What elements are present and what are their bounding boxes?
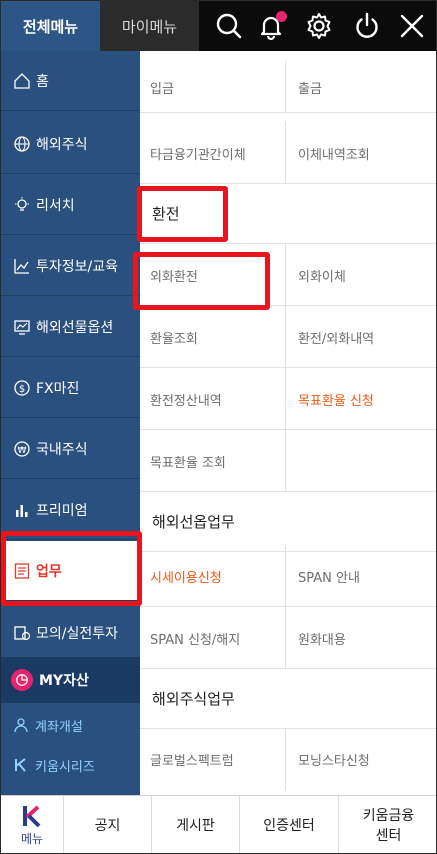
bulb-icon: [13, 196, 31, 214]
pie-chart-icon: [11, 669, 33, 691]
sidebar-item-label: 해외선물옵션: [36, 319, 114, 336]
sidebar-item-overseas-futures[interactable]: 해외선물옵션: [1, 297, 140, 357]
svg-text:$: $: [19, 384, 25, 395]
sidebar-sub-label: 계좌개설: [35, 719, 83, 735]
menu-item-morningstar[interactable]: 모닝스타신청: [286, 728, 436, 790]
sidebar-item-kiwoom-series[interactable]: 키움시리즈: [1, 747, 140, 783]
sidebar-item-home[interactable]: 홈: [1, 51, 140, 111]
menu-item-span-apply[interactable]: SPAN 신청/해지: [140, 607, 286, 669]
menu-item-global-spectrum[interactable]: 글로벌스펙트럼: [140, 728, 286, 790]
menu-button[interactable]: 메뉴: [1, 796, 63, 853]
menu-row: 입금 출금: [140, 61, 436, 113]
bottom-board[interactable]: 게시판: [151, 796, 239, 853]
tab-all-menu[interactable]: 전체메뉴: [1, 1, 100, 51]
sidebar-item-label: 투자정보/교육: [36, 258, 118, 275]
power-icon[interactable]: [347, 6, 387, 46]
k-icon: [13, 757, 29, 773]
menu-row: 환전정산내역 목표환율 신청: [140, 368, 436, 430]
sidebar-item-open-account[interactable]: 계좌개설: [1, 707, 140, 743]
search-icon[interactable]: [209, 6, 249, 46]
sidebar-item-label: 홈: [36, 73, 49, 90]
menu-item-interbank-transfer[interactable]: 타금융기관간이체: [140, 122, 286, 184]
menu-item-rate-inquiry[interactable]: 환율조회: [140, 306, 286, 368]
gear-icon[interactable]: [299, 6, 339, 46]
menu-item-transfer-history[interactable]: 이체내역조회: [286, 122, 436, 184]
bottom-finance-center[interactable]: 키움금융 센터: [338, 796, 436, 853]
sidebar-item-label: FX마진: [36, 380, 80, 397]
menu-item-target-rate-inquiry[interactable]: 목표환율 조회: [140, 430, 286, 492]
menu-item-exchange-settlement[interactable]: 환전정산내역: [140, 368, 286, 430]
sidebar-item-invest-info[interactable]: 투자정보/교육: [1, 236, 140, 296]
globe-icon: [13, 135, 31, 153]
person-icon: [13, 717, 29, 733]
menu-item-target-rate-apply[interactable]: 목표환율 신청: [286, 368, 436, 430]
sidebar-item-label: 모의/실전투자: [36, 625, 118, 642]
monitor-chart-icon: [13, 318, 31, 336]
kiwoom-logo-icon: [23, 805, 41, 828]
menu-row: 시세이용신청 SPAN 안내: [140, 545, 436, 607]
sidebar-sub-label: 키움시리즈: [35, 759, 95, 775]
menu-row: 글로벌스펙트럼 모닝스타신청: [140, 728, 436, 790]
section-overseas-futures: 해외선옵업무: [140, 492, 436, 552]
menu-content: 입금 출금 타금융기관간이체 이체내역조회 환전 외화환전 외화이체 환율조회 …: [140, 51, 436, 795]
highlight-box-exchange: [137, 186, 228, 242]
sidebar-item-label: 국내주식: [36, 441, 88, 458]
sidebar-item-mock-invest[interactable]: 모의/실전투자: [1, 603, 140, 663]
sidebar-item-domestic-stocks[interactable]: ₩ 국내주식: [1, 419, 140, 479]
menu-item-span-guide[interactable]: SPAN 안내: [286, 545, 436, 607]
my-assets-label: MY자산: [39, 673, 89, 689]
menu-item-exchange-history[interactable]: 환전/외화내역: [286, 306, 436, 368]
bottom-notice[interactable]: 공지: [63, 796, 151, 853]
won-icon: ₩: [13, 440, 31, 458]
home-icon: [13, 72, 31, 90]
sidebar-item-label: 해외주식: [36, 136, 88, 153]
section-overseas-stocks: 해외주식업무: [140, 669, 436, 729]
chart-line-icon: [13, 257, 31, 275]
menu-row: 목표환율 조회: [140, 430, 436, 492]
menu-item-withdraw[interactable]: 출금: [286, 61, 436, 113]
menu-row: 환율조회 환전/외화내역: [140, 306, 436, 368]
menu-item-foreign-transfer[interactable]: 외화이체: [286, 244, 436, 306]
menu-item-deposit[interactable]: 입금: [140, 61, 286, 113]
bottom-bar: 메뉴 공지 게시판 인증센터 키움금융 센터: [1, 795, 436, 853]
sidebar-item-overseas-stocks[interactable]: 해외주식: [1, 114, 140, 174]
menu-label: 메뉴: [20, 832, 44, 846]
bell-icon[interactable]: [251, 6, 291, 46]
dollar-icon: $: [13, 379, 31, 397]
sidebar-item-research[interactable]: 리서치: [1, 175, 140, 235]
menu-item-empty: [286, 430, 436, 492]
highlight-box-business: [1, 531, 142, 606]
sidebar-my-assets[interactable]: MY자산: [1, 657, 140, 703]
bar-chart-icon: [13, 501, 31, 519]
coin-icon: [13, 624, 31, 642]
top-bar: 전체메뉴 마이메뉴: [1, 1, 436, 51]
menu-item-krw-substitute[interactable]: 원화대용: [286, 607, 436, 669]
menu-row: SPAN 신청/해지 원화대용: [140, 607, 436, 669]
svg-text:₩: ₩: [18, 446, 27, 456]
tab-my-menu[interactable]: 마이메뉴: [100, 1, 199, 51]
highlight-box-currency-exchange: [133, 252, 270, 310]
sidebar-item-fx-margin[interactable]: $ FX마진: [1, 358, 140, 418]
notification-dot: [276, 11, 287, 22]
bottom-auth-center[interactable]: 인증센터: [239, 796, 338, 853]
menu-row: 타금융기관간이체 이체내역조회: [140, 122, 436, 184]
app-frame: 전체메뉴 마이메뉴 홈 해외주식 리서치 투자정보/교육 해외선물옵션 $ FX…: [0, 0, 437, 854]
sidebar-item-label: 프리미엄: [36, 502, 88, 519]
sidebar-item-label: 리서치: [36, 197, 75, 214]
sidebar: 홈 해외주식 리서치 투자정보/교육 해외선물옵션 $ FX마진 ₩ 국내주식 …: [1, 51, 140, 795]
menu-item-quote-usage[interactable]: 시세이용신청: [140, 545, 286, 607]
close-icon[interactable]: [392, 6, 432, 46]
